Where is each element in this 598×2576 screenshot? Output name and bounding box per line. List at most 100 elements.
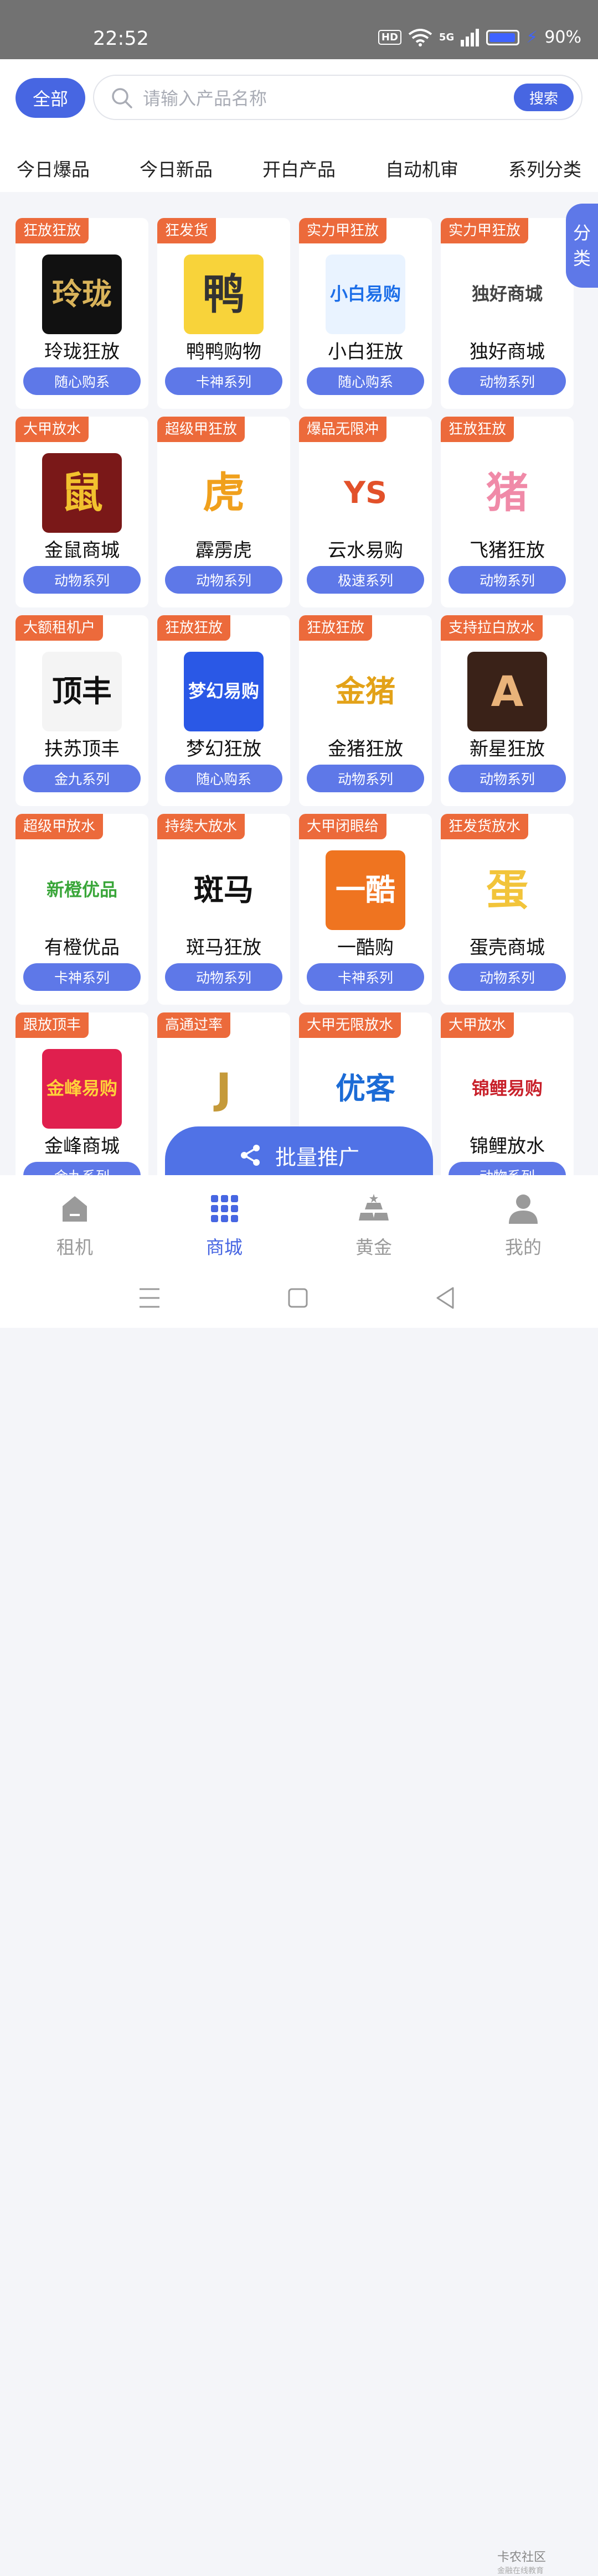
- product-name: 梦幻狂放: [186, 738, 261, 760]
- back-icon[interactable]: [434, 1286, 456, 1310]
- series-button[interactable]: 动物系列: [23, 566, 141, 594]
- promo-badge: 大甲无限放水: [299, 1012, 401, 1038]
- series-button[interactable]: 动物系列: [448, 566, 566, 594]
- product-logo-text: 独好商城: [471, 283, 543, 305]
- product-grid: 狂放狂放 玲珑 玲珑狂放 随心购系 狂发货鸭鸭鸭购物 卡神系列 实力甲狂放 小白易购 小白狂放随…: [16, 218, 582, 1175]
- product-logo-text: 蛋: [486, 865, 528, 915]
- product-logo: 鸭: [184, 255, 264, 334]
- nav-item-rent[interactable]: 租机: [19, 1175, 130, 1269]
- product-card[interactable]: 狂放狂放 玲珑 玲珑狂放 随心购系: [16, 218, 148, 409]
- promo-badge: 持续大放水: [157, 814, 245, 839]
- product-logo: 鼠: [42, 453, 122, 533]
- product-logo-text: 顶丰: [52, 674, 112, 709]
- series-button[interactable]: 卡神系列: [165, 367, 282, 395]
- series-button[interactable]: 动物系列: [448, 963, 566, 991]
- product-logo-text: YS: [344, 475, 387, 511]
- promo-badge: 爆品无限冲: [299, 417, 387, 442]
- bottom-nav: 租机 商城 黄金 我的: [0, 1175, 598, 1269]
- product-name: 小白狂放: [328, 341, 403, 363]
- product-card[interactable]: 实力甲狂放 小白易购 小白狂放 随心购系: [299, 218, 432, 409]
- series-button[interactable]: 动物系列: [165, 566, 282, 594]
- home-icon: [63, 1196, 87, 1222]
- promo-badge: 实力甲狂放: [299, 218, 387, 243]
- product-logo: YS: [326, 453, 405, 533]
- home-square-icon[interactable]: [287, 1286, 309, 1310]
- product-card[interactable]: 持续大放水 斑马 斑马狂放 动物系列: [157, 814, 290, 1005]
- promo-badge: 狂放狂放: [157, 615, 231, 641]
- product-card[interactable]: 大甲放水锦鲤易购锦鲤放水动物系列: [441, 1012, 574, 1175]
- series-button[interactable]: 随心购系: [307, 367, 424, 395]
- product-card[interactable]: 狂放狂放猪飞猪狂放 动物系列: [441, 417, 574, 607]
- series-button[interactable]: 极速系列: [307, 566, 424, 594]
- all-category-button[interactable]: 全部: [16, 78, 85, 118]
- product-card[interactable]: 超级甲狂放虎霹雳虎 动物系列: [157, 417, 290, 607]
- series-button[interactable]: 卡神系列: [307, 963, 424, 991]
- nav-item-mine[interactable]: 我的: [468, 1175, 579, 1269]
- wifi-icon: [408, 28, 432, 46]
- product-card[interactable]: 大额租机户 顶丰 扶苏顶丰 金九系列: [16, 615, 148, 806]
- promo-badge: 狂发货放水: [441, 814, 529, 839]
- grid-icon: [211, 1195, 238, 1222]
- product-card[interactable]: 支持拉白放水 A 新星狂放 动物系列: [441, 615, 574, 806]
- product-logo: 金猪: [326, 652, 405, 731]
- promo-badge: 支持拉白放水: [441, 615, 543, 641]
- product-logo-text: 鸭: [203, 269, 245, 319]
- side-tab-char-1: 分: [573, 222, 591, 243]
- product-logo: 锦鲤易购: [467, 1049, 547, 1129]
- series-button[interactable]: 动物系列: [448, 1162, 566, 1175]
- product-logo-text: 优客: [336, 1071, 395, 1107]
- nav-item-mall[interactable]: 商城: [169, 1175, 280, 1269]
- product-card[interactable]: 爆品无限冲 YS 云水易购 极速系列: [299, 417, 432, 607]
- product-logo: 梦幻易购: [184, 652, 264, 731]
- product-logo: 独好商城: [467, 255, 547, 334]
- nav-label: 租机: [56, 1237, 93, 1258]
- product-card[interactable]: 实力甲狂放 独好商城 独好商城 动物系列: [441, 218, 574, 409]
- product-logo: 金峰易购: [42, 1049, 122, 1129]
- series-button[interactable]: 随心购系: [165, 765, 282, 792]
- series-button[interactable]: 金九系列: [23, 1162, 141, 1175]
- nav-label: 黄金: [355, 1237, 392, 1258]
- product-logo-text: 虎: [203, 468, 245, 518]
- series-button[interactable]: 卡神系列: [23, 963, 141, 991]
- tab-today-new[interactable]: 今日新品: [140, 148, 213, 192]
- menu-icon[interactable]: [138, 1286, 161, 1310]
- product-name: 玲珑狂放: [44, 341, 120, 363]
- series-button[interactable]: 随心购系: [23, 367, 141, 395]
- tab-auto-review[interactable]: 自动机审: [385, 148, 458, 192]
- promo-badge: 大甲放水: [441, 1012, 514, 1038]
- series-button[interactable]: 动物系列: [307, 765, 424, 792]
- series-button[interactable]: 动物系列: [448, 367, 566, 395]
- nav-label: 我的: [505, 1237, 542, 1258]
- product-card[interactable]: 超级甲放水 新橙优品 有橙优品 卡神系列: [16, 814, 148, 1005]
- product-logo-text: 梦幻易购: [188, 681, 259, 702]
- product-logo-text: J: [215, 1064, 232, 1114]
- product-card[interactable]: 狂放狂放梦幻易购梦幻狂放随心购系: [157, 615, 290, 806]
- product-card[interactable]: 大甲闭眼给 一酷 一酷购 卡神系列: [299, 814, 432, 1005]
- product-name: 扶苏顶丰: [44, 738, 120, 760]
- promo-badge: 狂放狂放: [16, 218, 89, 243]
- nav-item-gold[interactable]: 黄金: [318, 1175, 429, 1269]
- series-button[interactable]: 动物系列: [448, 765, 566, 792]
- battery-percent: 90%: [544, 28, 581, 47]
- series-button[interactable]: 金九系列: [23, 765, 141, 792]
- search-input[interactable]: [142, 84, 476, 113]
- network-label: 5G: [439, 32, 455, 43]
- product-card[interactable]: 大甲放水鼠金鼠商城 动物系列: [16, 417, 148, 607]
- product-logo-text: 鼠: [61, 468, 103, 518]
- tab-series-category[interactable]: 系列分类: [508, 148, 581, 192]
- product-card[interactable]: 跟放顶丰金峰易购金峰商城金九系列: [16, 1012, 148, 1175]
- product-card[interactable]: 狂放狂放 金猪 金猪狂放 动物系列: [299, 615, 432, 806]
- category-side-tab[interactable]: 分 类: [566, 204, 598, 288]
- product-logo: 猪: [467, 453, 547, 533]
- system-nav-bar: 卡农社区 金融在线教育: [0, 1269, 598, 2575]
- product-card[interactable]: 狂发货放水蛋蛋壳商城 动物系列: [441, 814, 574, 1005]
- tab-open-products[interactable]: 开白产品: [262, 148, 336, 192]
- tab-today-hot[interactable]: 今日爆品: [17, 148, 90, 192]
- promo-badge: 超级甲放水: [16, 814, 104, 839]
- series-button[interactable]: 动物系列: [165, 963, 282, 991]
- product-logo-text: A: [491, 667, 524, 716]
- nav-label: 商城: [206, 1237, 243, 1258]
- search-button[interactable]: 搜索: [514, 84, 574, 111]
- product-logo-text: 金猪: [336, 674, 395, 709]
- product-card[interactable]: 狂发货鸭鸭鸭购物 卡神系列: [157, 218, 290, 409]
